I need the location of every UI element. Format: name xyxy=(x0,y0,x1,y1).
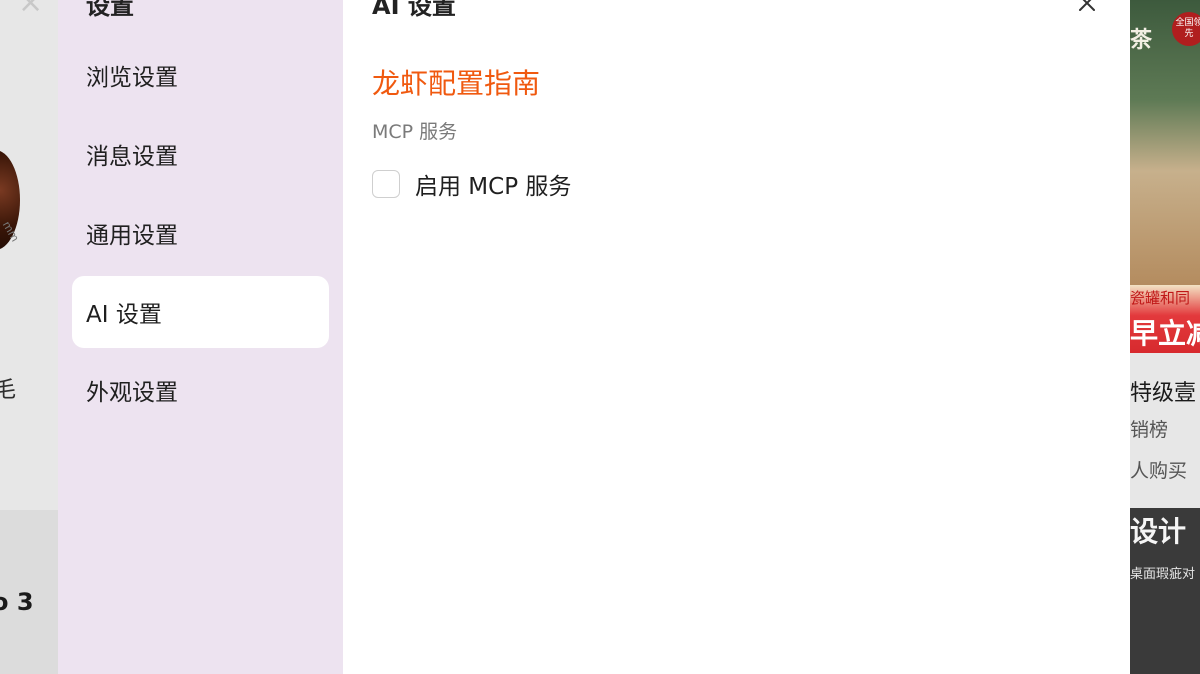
sidebar-item-label: 消息设置 xyxy=(86,144,178,170)
enable-mcp-checkbox[interactable] xyxy=(372,170,400,198)
background-ad-promo-line-2: 早立减 xyxy=(1130,317,1200,350)
settings-content: AI 设置 龙虾配置指南 MCP 服务 启用 MCP 服务 xyxy=(343,0,1130,674)
mcp-section-label: MCP 服务 xyxy=(372,121,458,143)
close-button[interactable] xyxy=(1072,0,1102,18)
sidebar-item-label: AI 设置 xyxy=(86,302,162,328)
background-left-panel: × mm 毛 o 3 xyxy=(0,0,58,674)
sidebar-item-label: 浏览设置 xyxy=(86,65,178,91)
sidebar-item-label: 外观设置 xyxy=(86,380,178,406)
enable-mcp-row[interactable]: 启用 MCP 服务 xyxy=(372,167,571,201)
enable-mcp-label[interactable]: 启用 MCP 服务 xyxy=(415,167,571,201)
background-ad-desc: 桌面瑕疵对 xyxy=(1130,567,1196,582)
background-ad-design-text: 设计 xyxy=(1130,515,1187,548)
sidebar-title: 设置 xyxy=(86,0,134,20)
sidebar-item-ai-settings[interactable]: AI 设置 xyxy=(72,276,329,348)
background-product-name: o 3 xyxy=(0,588,34,616)
sidebar-item-browse-settings[interactable]: 浏览设置 xyxy=(72,39,329,111)
sidebar-item-general-settings[interactable]: 通用设置 xyxy=(72,197,329,269)
sidebar-item-appearance-settings[interactable]: 外观设置 xyxy=(72,354,329,426)
background-close-icon: × xyxy=(18,0,44,20)
sidebar-item-message-settings[interactable]: 消息设置 xyxy=(72,118,329,190)
background-ad-title: 特级壹 xyxy=(1130,381,1197,406)
lobster-config-guide-link[interactable]: 龙虾配置指南 xyxy=(372,62,540,102)
sidebar-item-label: 通用设置 xyxy=(86,223,178,249)
background-ad-rank: 销榜 xyxy=(1130,419,1169,441)
background-ad-tea-label: 茶 xyxy=(1130,28,1153,53)
background-text-fragment: 毛 xyxy=(0,378,17,403)
settings-dialog: 设置 浏览设置 消息设置 通用设置 AI 设置 外观设置 AI 设置 龙虾配置指… xyxy=(58,0,1130,674)
background-right-panel: 茶 全国领先 瓷罐和同 早立减 特级壹 销榜 人购买 设计 桌面瑕疵对 xyxy=(1130,0,1200,674)
background-ad-badge: 全国领先 xyxy=(1172,12,1200,46)
settings-sidebar: 设置 浏览设置 消息设置 通用设置 AI 设置 外观设置 xyxy=(58,0,343,674)
page-title: AI 设置 xyxy=(372,0,456,20)
close-icon xyxy=(1079,0,1095,11)
background-ad-promo-line-1: 瓷罐和同 xyxy=(1130,289,1191,307)
background-ad-buyers: 人购买 xyxy=(1130,460,1188,482)
